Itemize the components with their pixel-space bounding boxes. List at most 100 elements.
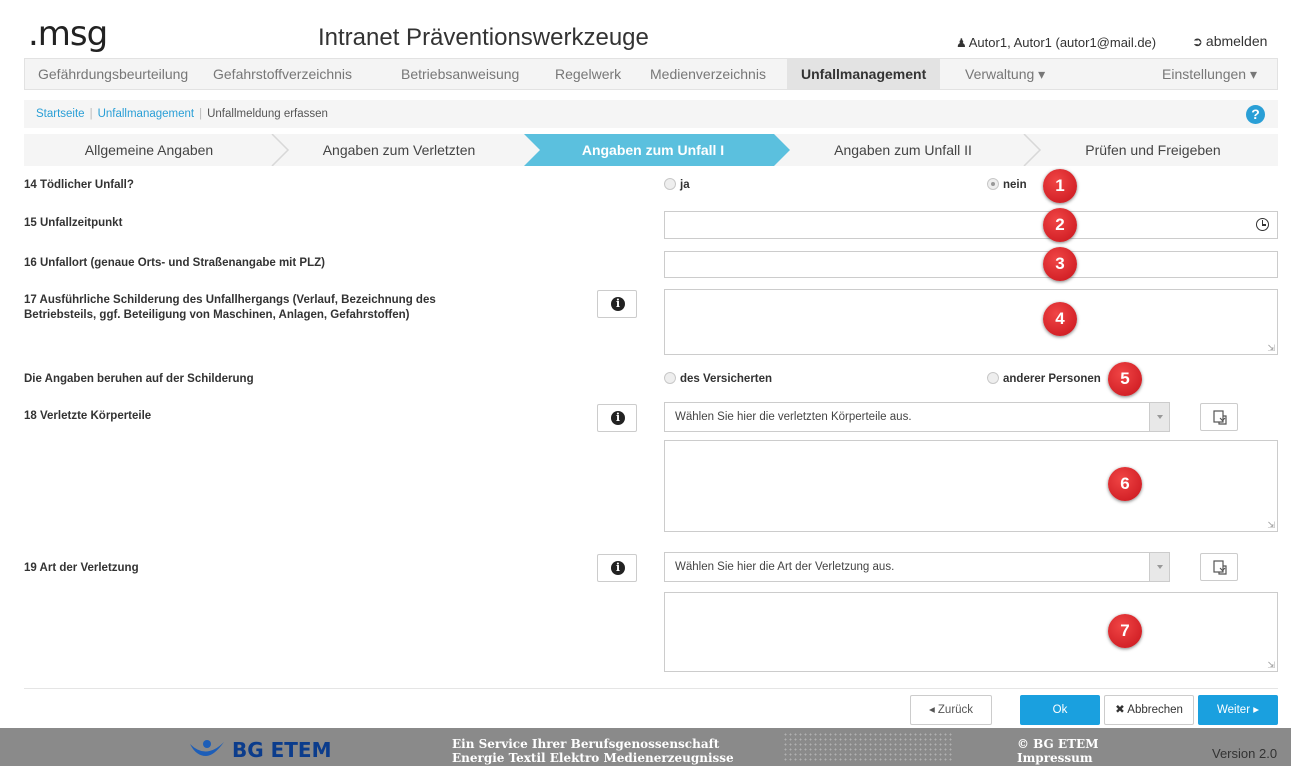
back-button[interactable]: ◂ Zurück <box>910 695 992 725</box>
radio-ja[interactable]: ja <box>664 178 690 191</box>
breadcrumb-startseite[interactable]: Startseite <box>36 108 85 120</box>
step-allgemeine-angaben[interactable]: Allgemeine Angaben <box>24 134 274 166</box>
annotation-badge-1: 1 <box>1043 169 1077 203</box>
radio-circle-selected[interactable] <box>987 178 999 190</box>
label-art-der-verletzung: 19 Art der Verletzung <box>24 562 139 574</box>
unfallort-input[interactable] <box>664 251 1278 278</box>
copy-koerperteile-button[interactable] <box>1200 403 1238 431</box>
nav-gefaehrdungsbeurteilung[interactable]: Gefährdungsbeurteilung <box>38 59 188 89</box>
copy-art-verletzung-button[interactable] <box>1200 553 1238 581</box>
nav-medienverzeichnis[interactable]: Medienverzeichnis <box>650 59 766 89</box>
info-button-unfallhergang[interactable]: i <box>597 290 637 318</box>
resize-grip-icon[interactable]: ⇲ <box>1267 661 1275 670</box>
nav-betriebsanweisung[interactable]: Betriebsanweisung <box>401 59 519 89</box>
header: .msg Intranet Präventionswerkzeuge ♟ Auto… <box>0 0 1291 56</box>
footer-service-line2: Energie Textil Elektro Medienerzeugnisse <box>452 751 734 765</box>
radio-anderer-personen-label: anderer Personen <box>1003 373 1101 385</box>
art-verletzung-select-placeholder: Wählen Sie hier die Art der Verletzung a… <box>675 561 895 573</box>
footer-dot-pattern <box>783 732 953 762</box>
dropdown-caret-icon[interactable] <box>1149 403 1169 431</box>
unfallzeitpunkt-input[interactable] <box>664 211 1278 239</box>
step-pruefen-und-freigeben[interactable]: Prüfen und Freigeben <box>1028 134 1278 166</box>
footer-service-line1: Ein Service Ihrer Berufsgenossenschaft <box>452 737 720 751</box>
info-button-art-verletzung[interactable]: i <box>597 554 637 582</box>
nav-unfallmanagement[interactable]: Unfallmanagement <box>787 59 941 89</box>
breadcrumb-unfallmanagement[interactable]: Unfallmanagement <box>98 108 195 120</box>
radio-nein-label: nein <box>1003 179 1027 191</box>
info-icon: i <box>611 561 625 575</box>
nav-regelwerk[interactable]: Regelwerk <box>555 59 621 89</box>
radio-des-versicherten[interactable]: des Versicherten <box>664 372 772 385</box>
koerperteile-select[interactable]: Wählen Sie hier die verletzten Körpertei… <box>664 402 1170 432</box>
unfallhergang-textarea[interactable]: ⇲ <box>664 289 1278 355</box>
breadcrumb-separator: | <box>199 108 203 120</box>
impressum-link[interactable]: Impressum <box>1017 751 1098 765</box>
cancel-label: Abbrechen <box>1127 704 1183 716</box>
nav-gefahrstoffverzeichnis[interactable]: Gefahrstoffverzeichnis <box>213 59 352 89</box>
annotation-badge-3: 3 <box>1043 247 1077 281</box>
label-verletzte-koerperteile: 18 Verletzte Körperteile <box>24 410 152 422</box>
bg-etem-logo[interactable]: BG ETEM <box>190 738 332 762</box>
radio-anderer-personen[interactable]: anderer Personen <box>987 372 1101 385</box>
breadcrumb-current: Unfallmeldung erfassen <box>207 108 328 120</box>
label-toedlicher-unfall: 14 Tödlicher Unfall? <box>24 179 134 191</box>
radio-nein[interactable]: nein <box>987 178 1027 191</box>
label-angaben-beruhen: Die Angaben beruhen auf der Schilderung <box>24 373 254 385</box>
radio-des-versicherten-label: des Versicherten <box>680 373 773 385</box>
footer: BG ETEM Ein Service Ihrer Berufsgenossen… <box>0 728 1291 766</box>
step-angaben-zum-unfall-2[interactable]: Angaben zum Unfall II <box>778 134 1028 166</box>
breadcrumb: Startseite | Unfallmanagement | Unfallmeldun… <box>24 100 1278 128</box>
footer-service-text: Ein Service Ihrer Berufsgenossenschaft E… <box>452 737 734 765</box>
resize-grip-icon[interactable]: ⇲ <box>1267 344 1275 353</box>
version-label: Version 2.0 <box>1212 746 1278 761</box>
koerperteile-textarea[interactable]: ⇲ <box>664 440 1278 532</box>
logout-label: abmelden <box>1205 33 1268 49</box>
user-name: Autor1, Autor1 (autor1@mail.de) <box>968 35 1157 50</box>
copy-down-icon <box>1213 410 1227 425</box>
next-button[interactable]: Weiter ▸ <box>1198 695 1278 725</box>
clock-icon[interactable] <box>1256 218 1269 231</box>
copy-down-icon <box>1213 560 1227 575</box>
app-title: Intranet Präventionswerkzeuge <box>318 24 649 51</box>
art-verletzung-textarea[interactable]: ⇲ <box>664 592 1278 672</box>
nav-einstellungen-dropdown[interactable]: Einstellungen ▾ <box>1162 59 1257 89</box>
label-unfallzeitpunkt: 15 Unfallzeitpunkt <box>24 217 123 229</box>
label-unfallhergang: 17 Ausführliche Schilderung des Unfallhe… <box>24 293 436 323</box>
art-verletzung-select[interactable]: Wählen Sie hier die Art der Verletzung a… <box>664 552 1170 582</box>
annotation-badge-4: 4 <box>1043 302 1077 336</box>
form-divider <box>24 688 1278 689</box>
radio-circle[interactable] <box>987 372 999 384</box>
annotation-badge-2: 2 <box>1043 208 1077 242</box>
sign-out-icon: ➲ <box>1192 34 1203 49</box>
main-nav: Gefährdungsbeurteilung Gefahrstoffverzei… <box>24 58 1278 90</box>
annotation-badge-5: 5 <box>1108 362 1142 396</box>
msg-logo[interactable]: .msg <box>28 14 108 54</box>
user-info[interactable]: ♟ Autor1, Autor1 (autor1@mail.de) <box>956 35 1156 50</box>
help-icon[interactable]: ? <box>1246 105 1265 124</box>
koerperteile-select-placeholder: Wählen Sie hier die verletzten Körpertei… <box>675 411 912 423</box>
nav-verwaltung-dropdown[interactable]: Verwaltung ▾ <box>965 59 1045 89</box>
bg-etem-wing-icon <box>190 740 224 756</box>
info-icon: i <box>611 297 625 311</box>
label-unfallhergang-line1: 17 Ausführliche Schilderung des Unfallhe… <box>24 294 436 306</box>
annotation-badge-6: 6 <box>1108 467 1142 501</box>
ok-button[interactable]: Ok <box>1020 695 1100 725</box>
wizard-steps: Allgemeine Angaben Angaben zum Verletzte… <box>24 134 1278 166</box>
bg-etem-logo-text: BG ETEM <box>232 738 332 762</box>
info-icon: i <box>611 411 625 425</box>
radio-circle[interactable] <box>664 178 676 190</box>
user-icon: ♟ <box>956 36 967 50</box>
dropdown-caret-icon[interactable] <box>1149 553 1169 581</box>
step-angaben-zum-unfall-1[interactable]: Angaben zum Unfall I <box>528 134 778 166</box>
info-button-koerperteile[interactable]: i <box>597 404 637 432</box>
radio-circle[interactable] <box>664 372 676 384</box>
logout-link[interactable]: ➲ abmelden <box>1192 33 1267 50</box>
resize-grip-icon[interactable]: ⇲ <box>1267 521 1275 530</box>
step-angaben-zum-verletzten[interactable]: Angaben zum Verletzten <box>274 134 524 166</box>
cancel-button[interactable]: ✖ Abbrechen <box>1104 695 1194 725</box>
annotation-badge-7: 7 <box>1108 614 1142 648</box>
footer-copyright: © BG ETEM <box>1017 737 1099 751</box>
radio-ja-label: ja <box>680 179 690 191</box>
label-unfallort: 16 Unfallort (genaue Orts- und Straßenan… <box>24 257 325 269</box>
breadcrumb-separator: | <box>89 108 93 120</box>
